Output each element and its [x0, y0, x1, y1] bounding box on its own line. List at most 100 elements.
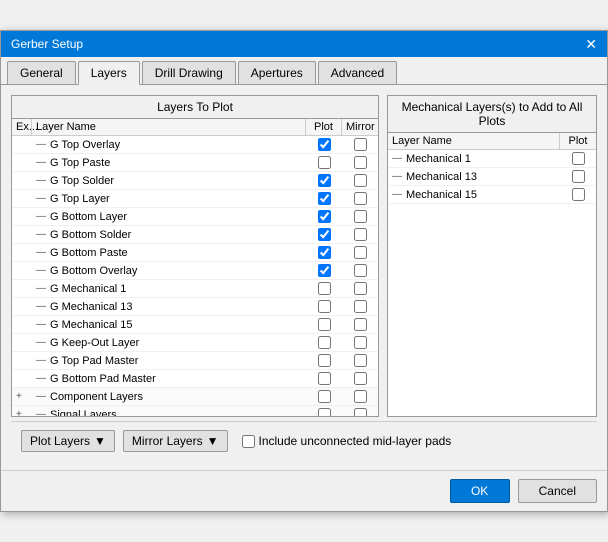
- mirror-cell[interactable]: [342, 389, 378, 404]
- plot-checkbox[interactable]: [318, 174, 331, 187]
- tab-advanced[interactable]: Advanced: [318, 61, 397, 84]
- mirror-cell[interactable]: [342, 245, 378, 260]
- tab-layers[interactable]: Layers: [78, 61, 140, 85]
- table-row: —G Bottom Solder: [12, 226, 378, 244]
- table-row: —G Top Overlay: [12, 136, 378, 154]
- left-table-header: Ex... Layer Name Plot Mirror: [12, 119, 378, 136]
- plot-cell[interactable]: [306, 407, 342, 416]
- mirror-cell[interactable]: [342, 191, 378, 206]
- mirror-cell[interactable]: [342, 173, 378, 188]
- plot-cell[interactable]: [306, 263, 342, 278]
- mirror-checkbox[interactable]: [354, 192, 367, 205]
- dash-icon: —: [36, 139, 46, 150]
- mirror-checkbox[interactable]: [354, 138, 367, 151]
- mirror-cell[interactable]: [342, 281, 378, 296]
- plot-cell[interactable]: [306, 389, 342, 404]
- layer-name-cell: —G Top Pad Master: [32, 354, 306, 368]
- ex-cell[interactable]: +: [12, 408, 32, 416]
- mirror-checkbox[interactable]: [354, 264, 367, 277]
- ex-cell: [12, 342, 32, 344]
- plot-cell[interactable]: [306, 209, 342, 224]
- plot-cell[interactable]: [306, 299, 342, 314]
- plot-cell[interactable]: [560, 169, 596, 184]
- plot-checkbox[interactable]: [318, 408, 331, 416]
- mirror-cell[interactable]: [342, 137, 378, 152]
- plot-checkbox[interactable]: [318, 228, 331, 241]
- plot-header: Plot: [560, 133, 596, 149]
- close-button[interactable]: ✕: [585, 37, 597, 51]
- mirror-checkbox[interactable]: [354, 354, 367, 367]
- mirror-cell[interactable]: [342, 209, 378, 224]
- mirror-cell[interactable]: [342, 263, 378, 278]
- layer-name-cell: —G Bottom Overlay: [32, 264, 306, 278]
- plot-checkbox[interactable]: [318, 354, 331, 367]
- mirror-checkbox[interactable]: [354, 336, 367, 349]
- table-row: —G Bottom Layer: [12, 208, 378, 226]
- layer-name-cell: —Mechanical 1: [388, 152, 560, 166]
- plot-cell[interactable]: [306, 335, 342, 350]
- ok-button[interactable]: OK: [450, 479, 510, 503]
- plot-checkbox[interactable]: [318, 282, 331, 295]
- plot-cell[interactable]: [306, 371, 342, 386]
- plot-checkbox[interactable]: [572, 188, 585, 201]
- plot-cell[interactable]: [560, 187, 596, 202]
- dash-icon: —: [36, 355, 46, 366]
- plot-cell[interactable]: [306, 245, 342, 260]
- plot-checkbox[interactable]: [318, 192, 331, 205]
- mirror-checkbox[interactable]: [354, 318, 367, 331]
- mirror-checkbox[interactable]: [354, 390, 367, 403]
- plot-checkbox[interactable]: [318, 138, 331, 151]
- plot-checkbox[interactable]: [318, 300, 331, 313]
- mirror-checkbox[interactable]: [354, 246, 367, 259]
- plot-cell[interactable]: [560, 151, 596, 166]
- dash-icon: —: [36, 373, 46, 384]
- plot-cell[interactable]: [306, 137, 342, 152]
- plot-layers-button[interactable]: Plot Layers ▼: [21, 430, 115, 452]
- table-row: —G Top Pad Master: [12, 352, 378, 370]
- mirror-cell[interactable]: [342, 227, 378, 242]
- tab-general[interactable]: General: [7, 61, 76, 84]
- mirror-cell[interactable]: [342, 335, 378, 350]
- plot-checkbox[interactable]: [572, 152, 585, 165]
- mirror-checkbox[interactable]: [354, 300, 367, 313]
- plot-checkbox[interactable]: [572, 170, 585, 183]
- mirror-layers-button[interactable]: Mirror Layers ▼: [123, 430, 228, 452]
- mirror-layers-label: Mirror Layers: [132, 434, 203, 448]
- plot-checkbox[interactable]: [318, 336, 331, 349]
- mirror-checkbox[interactable]: [354, 228, 367, 241]
- plot-cell[interactable]: [306, 227, 342, 242]
- dropdown-arrow-icon: ▼: [207, 434, 219, 448]
- tab-apertures[interactable]: Apertures: [238, 61, 316, 84]
- plot-checkbox[interactable]: [318, 318, 331, 331]
- layer-name-cell: —G Bottom Paste: [32, 246, 306, 260]
- mirror-cell[interactable]: [342, 353, 378, 368]
- mirror-checkbox[interactable]: [354, 156, 367, 169]
- plot-checkbox[interactable]: [318, 264, 331, 277]
- mirror-checkbox[interactable]: [354, 174, 367, 187]
- cancel-button[interactable]: Cancel: [518, 479, 597, 503]
- plot-checkbox[interactable]: [318, 210, 331, 223]
- tab-drill-drawing[interactable]: Drill Drawing: [142, 61, 236, 84]
- mirror-checkbox[interactable]: [354, 408, 367, 416]
- plot-checkbox[interactable]: [318, 372, 331, 385]
- plot-cell[interactable]: [306, 173, 342, 188]
- mirror-checkbox[interactable]: [354, 210, 367, 223]
- mirror-cell[interactable]: [342, 299, 378, 314]
- plot-cell[interactable]: [306, 281, 342, 296]
- plot-cell[interactable]: [306, 317, 342, 332]
- ex-cell[interactable]: +: [12, 390, 32, 403]
- plot-checkbox[interactable]: [318, 390, 331, 403]
- mirror-cell[interactable]: [342, 317, 378, 332]
- mirror-checkbox[interactable]: [354, 282, 367, 295]
- plot-cell[interactable]: [306, 191, 342, 206]
- include-checkbox[interactable]: [242, 435, 255, 448]
- plot-checkbox[interactable]: [318, 246, 331, 259]
- include-label[interactable]: Include unconnected mid-layer pads: [242, 434, 452, 448]
- plot-checkbox[interactable]: [318, 156, 331, 169]
- mirror-cell[interactable]: [342, 155, 378, 170]
- mirror-checkbox[interactable]: [354, 372, 367, 385]
- plot-cell[interactable]: [306, 353, 342, 368]
- mirror-cell[interactable]: [342, 371, 378, 386]
- plot-cell[interactable]: [306, 155, 342, 170]
- mirror-cell[interactable]: [342, 407, 378, 416]
